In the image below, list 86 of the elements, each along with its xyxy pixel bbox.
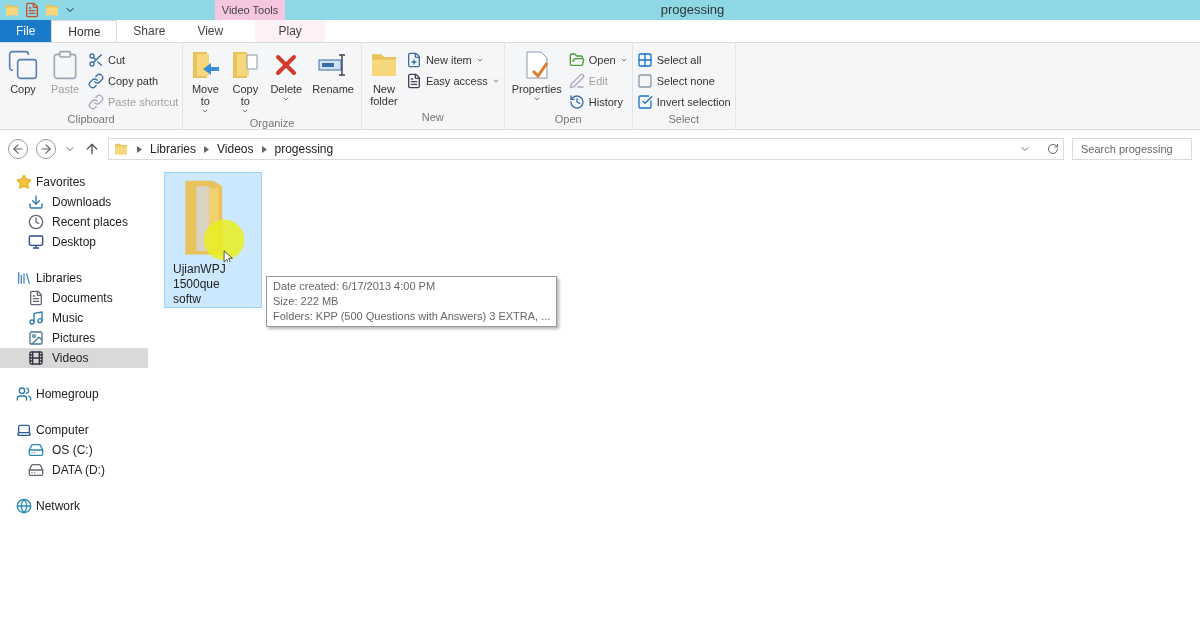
nav-item[interactable]: Music [0, 308, 148, 328]
breadcrumb[interactable]: Videos [217, 140, 254, 158]
ribbon-button[interactable]: Copy to [227, 47, 264, 115]
ribbon-button[interactable]: New folder [365, 47, 402, 109]
invert-selection-icon [636, 94, 653, 110]
nav-item[interactable]: Documents [0, 288, 148, 308]
computer-icon [16, 422, 32, 438]
folder-name: softw [173, 292, 201, 307]
desktop-icon [28, 234, 44, 250]
homegroup-icon [16, 386, 32, 402]
edit-icon [568, 73, 585, 89]
folder-icon [113, 141, 129, 157]
breadcrumb[interactable]: progessing [274, 140, 334, 158]
context-tab-header: Video Tools [215, 0, 285, 20]
file-tab[interactable]: File [0, 20, 52, 42]
new-item-icon [405, 52, 422, 68]
group-label: Organize [248, 116, 296, 131]
ribbon-button[interactable]: Copy path [88, 72, 179, 90]
refresh-icon[interactable] [1047, 143, 1059, 155]
ribbon-button[interactable]: Select none [636, 72, 731, 90]
shortcut-icon [88, 94, 104, 110]
ribbon-button[interactable]: Rename [309, 47, 357, 115]
chevron-icon [261, 145, 267, 153]
ribbon-tab[interactable]: Play [255, 20, 326, 42]
folder-name: UjianWPJ [173, 262, 226, 277]
ribbon-tab[interactable]: View [181, 20, 240, 42]
library-icon [16, 270, 32, 286]
group-label: Clipboard [66, 112, 116, 127]
select-all-icon [636, 52, 653, 68]
window-title: progessing [659, 1, 726, 20]
history-icon [568, 94, 585, 110]
chevron-icon [204, 145, 210, 153]
ribbon-button[interactable]: Move to [187, 47, 224, 115]
chevron-icon [137, 145, 142, 153]
nav-item[interactable]: Network [0, 496, 148, 516]
address-bar[interactable]: Libraries Videos progessing [108, 138, 1064, 160]
ribbon-button[interactable]: Properties [508, 47, 565, 111]
ribbon-button[interactable]: Easy access [405, 72, 500, 90]
group-label: Open [553, 112, 583, 127]
open-folder-icon [568, 52, 585, 68]
tooltip-line: Size: 222 MB [273, 294, 340, 309]
picture-icon [28, 330, 44, 346]
download-icon [28, 194, 44, 210]
drive-icon [28, 442, 44, 458]
copy-icon [7, 49, 39, 81]
nav-item[interactable]: OS (C:) [0, 440, 148, 460]
nav-item[interactable]: DATA (D:) [0, 460, 148, 480]
new-folder-icon [44, 2, 60, 18]
ribbon-tab[interactable]: Home [51, 20, 118, 42]
tooltip-line: Folders: KPP (500 Questions with Answers) 3 EXTRA, ... [273, 309, 551, 324]
nav-item[interactable]: Favorites [0, 172, 148, 192]
select-none-icon [636, 73, 653, 89]
nav-item[interactable]: Pictures [0, 328, 148, 348]
group-label: Select [667, 112, 700, 127]
ribbon-button[interactable]: Cut [88, 51, 179, 69]
nav-item[interactable]: Recent places [0, 212, 148, 232]
ribbon-button[interactable]: Delete [267, 47, 306, 115]
folder-icon [4, 2, 20, 18]
nav-item[interactable]: Computer [0, 420, 148, 440]
drive-icon [28, 462, 44, 478]
ribbon-button[interactable]: Invert selection [636, 93, 731, 111]
ribbon-button[interactable]: Select all [636, 51, 731, 69]
scissors-icon [88, 52, 104, 68]
group-label: New [420, 109, 445, 125]
ribbon-button[interactable]: Open [568, 51, 628, 69]
star-icon [16, 174, 32, 190]
nav-item[interactable]: Desktop [0, 232, 148, 252]
up-icon[interactable] [84, 141, 100, 157]
ribbon-button[interactable]: New item [405, 51, 500, 69]
tooltip-line: Date created: 6/17/2013 4:00 PM [273, 279, 437, 294]
nav-item[interactable]: Videos [0, 348, 148, 368]
ribbon-button[interactable]: History [568, 93, 628, 111]
document-icon [28, 290, 44, 306]
clock-icon [28, 214, 44, 230]
search-field[interactable]: Search progessing [1072, 138, 1192, 160]
folder-item[interactable]: UjianWPJ 1500que softw [164, 172, 262, 308]
network-icon [16, 498, 32, 514]
nav-item[interactable]: Homegroup [0, 384, 148, 404]
breadcrumb[interactable]: Libraries [150, 140, 197, 158]
ribbon-tab[interactable]: Share [117, 20, 182, 42]
folder-name: 1500que [173, 277, 220, 292]
nav-item[interactable]: Libraries [0, 268, 148, 288]
ribbon-button[interactable]: Copy [4, 47, 42, 111]
film-icon [28, 350, 44, 366]
music-icon [28, 310, 44, 326]
nav-item[interactable]: Downloads [0, 192, 148, 212]
